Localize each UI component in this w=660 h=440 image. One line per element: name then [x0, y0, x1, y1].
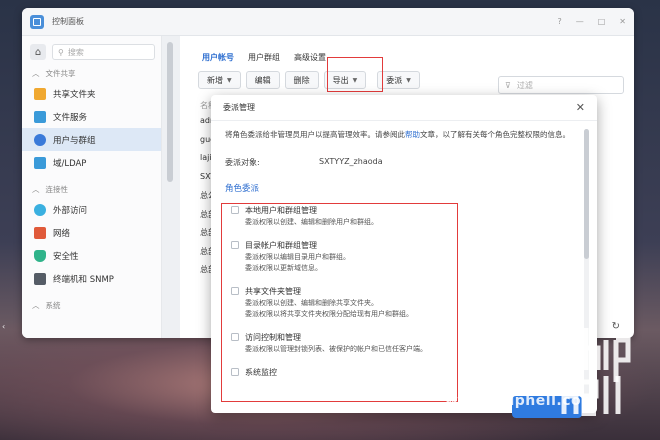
sidebar-item-security[interactable]: 安全性 [22, 244, 161, 267]
maximize-icon[interactable]: □ [598, 17, 606, 26]
scrollbar-thumb[interactable] [584, 129, 589, 259]
window-titlebar: 控制面板 ? — □ ✕ [22, 8, 634, 36]
sidebar-item-label: 外部访问 [53, 205, 88, 216]
window-title: 控制面板 [52, 17, 84, 26]
users-icon [34, 133, 46, 146]
domain-icon [34, 156, 46, 169]
control-panel-icon [30, 14, 44, 29]
filter-icon: ⊽ [505, 80, 511, 90]
sidebar-item-terminal-snmp[interactable]: 终端机和 SNMP [22, 267, 161, 290]
highlight-delegate [327, 57, 383, 92]
home-button[interactable]: ⌂ [30, 44, 46, 60]
delegate-target-value: SXTYYZ_zhaoda [319, 157, 383, 166]
minimize-icon[interactable]: — [576, 17, 584, 26]
home-icon: ⌂ [34, 46, 42, 58]
sidebar-item-label: 文件服务 [53, 112, 88, 123]
highlight-roles [221, 203, 458, 402]
delete-button[interactable]: 删除 [284, 71, 319, 89]
sidebar-item-users-groups[interactable]: 用户与群组 [22, 128, 161, 151]
chevron-up-icon: ︿ [32, 68, 40, 78]
sidebar-item-external-access[interactable]: 外部访问 [22, 198, 161, 221]
sidebar-section-connectivity[interactable]: ︿ 连接性 [22, 180, 161, 198]
desktop-arrow-icon: ‹ [2, 322, 6, 331]
tab-user-groups[interactable]: 用户群组 [248, 52, 280, 70]
delegate-button[interactable]: 委派 ▼ [377, 71, 420, 89]
search-placeholder: 搜索 [67, 47, 84, 57]
chevron-up-icon: ︿ [32, 184, 40, 194]
sidebar-item-shared-folder[interactable]: 共享文件夹 [22, 82, 161, 105]
shield-icon [34, 249, 46, 262]
search-icon: ⚲ [58, 47, 64, 57]
new-button[interactable]: 新增 ▼ [198, 71, 241, 89]
sidebar-scrollbar[interactable] [162, 36, 180, 338]
sidebar-item-label: 网络 [53, 228, 71, 239]
help-icon[interactable]: ? [557, 17, 561, 26]
folder-icon [34, 87, 46, 100]
delegate-target-label: 委派对象: [225, 158, 260, 167]
file-services-icon [34, 110, 46, 123]
sidebar-item-domain-ldap[interactable]: 域/LDAP [22, 151, 161, 174]
help-link[interactable]: 帮助 [405, 130, 420, 139]
sidebar: ⌂ ⚲ 搜索 ︿ 文件共享 共享文件夹 文件服务 用户与群组 域/LDAP ︿ [22, 36, 162, 338]
sidebar-section-system[interactable]: ︿ 系统 [22, 296, 161, 314]
sidebar-item-label: 域/LDAP [53, 158, 87, 169]
tab-user-accounts[interactable]: 用户帐号 [202, 52, 234, 70]
close-icon[interactable]: ✕ [576, 101, 585, 114]
sidebar-item-label: 共享文件夹 [53, 89, 96, 100]
network-icon [34, 226, 46, 239]
filter-input[interactable]: ⊽ 过滤 [498, 76, 624, 94]
dialog-title: 委派管理 [223, 103, 255, 112]
sidebar-item-label: 用户与群组 [53, 135, 96, 146]
site-watermark: www.chiphell.com [445, 393, 597, 409]
caret-down-icon: ▼ [227, 76, 232, 84]
sidebar-item-file-services[interactable]: 文件服务 [22, 105, 161, 128]
sidebar-item-label: 安全性 [53, 251, 79, 262]
sidebar-item-network[interactable]: 网络 [22, 221, 161, 244]
scrollbar-thumb[interactable] [167, 42, 173, 182]
dialog-intro: 将角色委派给非管理员用户以提高管理效率。请参阅此帮助文章，以了解有关每个角色完整… [225, 130, 570, 139]
terminal-icon [34, 272, 46, 285]
close-icon[interactable]: ✕ [619, 17, 626, 26]
globe-icon [34, 203, 46, 216]
caret-down-icon: ▼ [406, 76, 411, 84]
sidebar-item-label: 终端机和 SNMP [53, 274, 114, 285]
chevron-up-icon: ︿ [32, 300, 40, 310]
tab-advanced[interactable]: 高级设置 [294, 52, 326, 70]
delegate-target-row: 委派对象: SXTYYZ_zhaoda [225, 157, 579, 168]
search-input[interactable]: ⚲ 搜索 [52, 44, 155, 60]
sidebar-section-file-sharing[interactable]: ︿ 文件共享 [22, 64, 161, 82]
role-delegation-title: 角色委派 [225, 184, 260, 194]
edit-button[interactable]: 编辑 [245, 71, 280, 89]
